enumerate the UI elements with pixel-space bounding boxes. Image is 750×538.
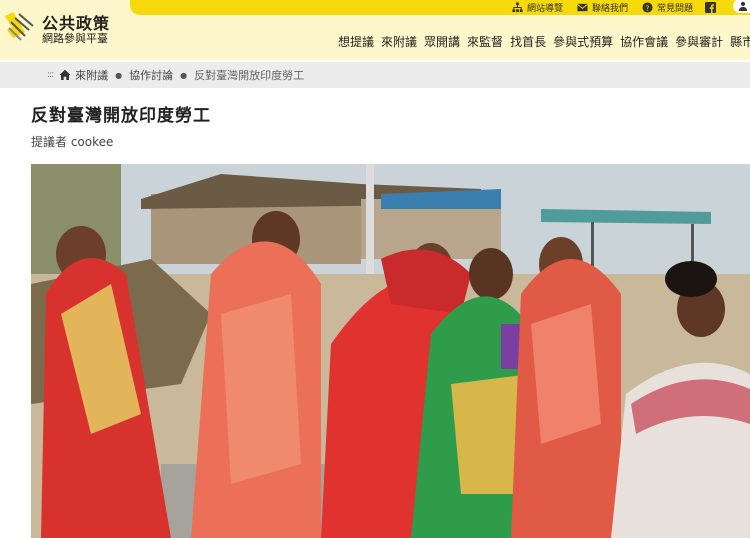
svg-text:?: ?: [646, 3, 650, 12]
breadcrumb-item-endorse[interactable]: 來附議: [75, 67, 108, 83]
nav-item-supervise[interactable]: 來監督: [467, 33, 503, 50]
nav-item-mayor[interactable]: 找首長: [510, 33, 546, 50]
faq-label: 常見問題: [657, 4, 694, 14]
sitemap-link[interactable]: 網站導覽: [512, 0, 563, 15]
breadcrumb-dots: :::: [47, 70, 54, 80]
breadcrumb-item-current: 反對臺灣開放印度勞工: [194, 69, 305, 82]
contact-link[interactable]: 聯絡我們: [577, 0, 628, 15]
nav-item-collab[interactable]: 協作會議: [620, 33, 668, 50]
proposer-label: 提議者 cookee: [31, 135, 114, 149]
breadcrumb: ::: 來附議 ● 協作討論 ● 反對臺灣開放印度勞工: [47, 62, 304, 88]
main-nav: 想提議 來附議 眾開講 來監督 找首長 參與式預算 協作會議 參與審計 縣市: [338, 33, 750, 50]
nav-item-audit[interactable]: 參與審計: [675, 33, 723, 50]
nav-item-forum[interactable]: 眾開講: [424, 33, 460, 50]
user-icon: [738, 1, 748, 11]
breadcrumb-separator: ●: [180, 70, 188, 80]
faq-link[interactable]: ? 常見問題: [642, 0, 693, 15]
sitemap-icon: [512, 2, 523, 13]
site-logo[interactable]: [3, 10, 37, 44]
nav-item-endorse[interactable]: 來附議: [381, 33, 417, 50]
facebook-link[interactable]: [705, 0, 720, 15]
mail-icon: [577, 3, 588, 12]
breadcrumb-item-discussion[interactable]: 協作討論: [129, 67, 173, 83]
home-icon[interactable]: [59, 69, 71, 81]
proposal-photo: [31, 164, 750, 538]
nav-item-county[interactable]: 縣市: [730, 33, 750, 50]
site-subtitle: 網路參與平臺: [42, 32, 108, 45]
contact-label: 聯絡我們: [592, 4, 629, 14]
sitemap-label: 網站導覽: [527, 4, 564, 14]
question-icon: ?: [642, 2, 653, 13]
nav-item-budget[interactable]: 參與式預算: [553, 33, 613, 50]
breadcrumb-separator: ●: [115, 70, 123, 80]
user-button[interactable]: [733, 0, 750, 13]
nav-item-propose[interactable]: 想提議: [338, 33, 374, 50]
page-title: 反對臺灣開放印度勞工: [31, 106, 211, 126]
facebook-icon: [705, 2, 716, 13]
